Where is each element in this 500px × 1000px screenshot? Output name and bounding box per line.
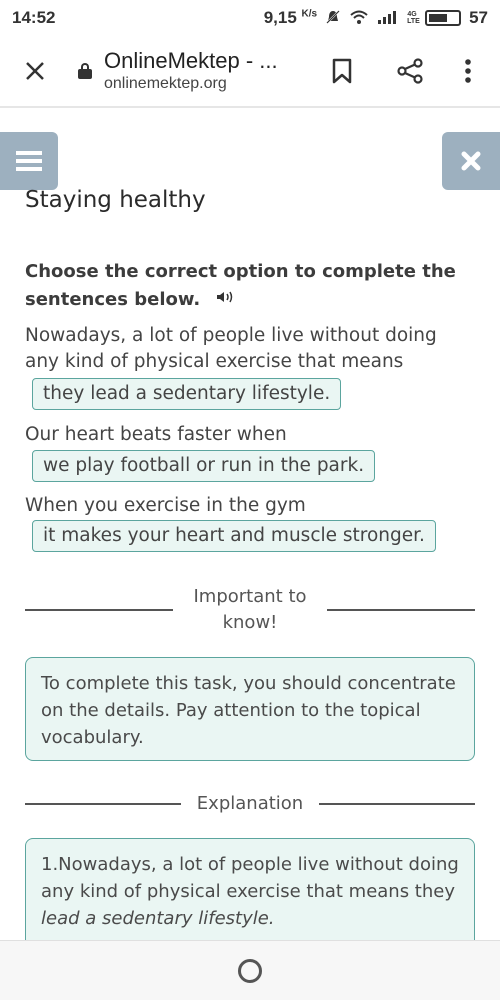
status-icons: 9,15 K/s 4G LTE 57	[264, 8, 488, 28]
status-time: 14:52	[12, 8, 56, 27]
network-speed-value: 9,15	[263, 8, 297, 27]
home-button[interactable]	[238, 958, 262, 983]
answer-box-3[interactable]: it makes your heart and muscle stronger.	[32, 520, 436, 552]
url-display[interactable]: OnlineMektep - ... onlinemektep.org	[104, 48, 304, 94]
divider-line	[25, 609, 173, 611]
hamburger-icon-bar	[16, 167, 42, 171]
bookmark-icon	[332, 58, 352, 84]
hamburger-icon-bar	[16, 159, 42, 163]
network-type: 4G LTE	[407, 11, 420, 25]
more-options-button[interactable]	[450, 53, 486, 89]
task-instruction: Choose the correct option to complete th…	[25, 258, 465, 314]
battery-level: 57	[469, 8, 488, 27]
close-lesson-button[interactable]	[442, 132, 500, 190]
answer-box-2[interactable]: we play football or run in the park.	[32, 450, 376, 482]
url-text: onlinemektep.org	[104, 75, 227, 92]
close-icon	[461, 151, 481, 171]
more-vertical-icon	[465, 59, 471, 83]
sentence-1: Nowadays, a lot of people live without d…	[25, 325, 437, 372]
explanation-highlight: lead a sedentary lifestyle.	[41, 908, 275, 929]
answer-box-1[interactable]: they lead a sedentary lifestyle.	[32, 378, 342, 410]
divider-line	[25, 803, 181, 805]
share-button[interactable]	[392, 53, 428, 89]
page-title: OnlineMektep - ...	[104, 48, 278, 73]
menu-button[interactable]	[0, 132, 58, 190]
sentence-3: When you exercise in the gym	[25, 495, 306, 516]
explanation-label: Explanation	[196, 793, 304, 814]
important-divider: Important to know!	[25, 584, 475, 636]
wifi-icon	[349, 9, 369, 28]
lesson-heading: Staying healthy	[25, 187, 206, 213]
network-speed-unit: K/s	[301, 8, 318, 20]
important-box: To complete this task, you should concen…	[25, 657, 475, 761]
explanation-text: 1.Nowadays, a lot of people live without…	[41, 854, 459, 902]
network-type-bottom: LTE	[407, 18, 420, 25]
speaker-button[interactable]	[216, 286, 236, 314]
bookmark-button[interactable]	[324, 53, 360, 89]
share-icon	[397, 58, 423, 84]
explanation-divider: Explanation	[25, 791, 475, 817]
lock-icon	[78, 62, 92, 80]
task-text: Choose the correct option to complete th…	[25, 261, 456, 310]
hamburger-icon-bar	[16, 151, 42, 155]
close-tab-button[interactable]	[16, 52, 54, 90]
signal-icon	[377, 9, 399, 28]
divider-line	[319, 803, 475, 805]
system-nav-bar	[0, 940, 500, 1000]
bell-muted-icon	[325, 9, 341, 28]
speaker-icon	[217, 291, 233, 303]
divider-line	[327, 609, 475, 611]
network-speed: 9,15 K/s	[264, 8, 317, 28]
network-type-top: 4G	[407, 11, 417, 18]
battery-icon	[425, 10, 462, 26]
important-label: Important to know!	[193, 586, 307, 633]
close-icon	[26, 62, 44, 80]
browser-toolbar: OnlineMektep - ... onlinemektep.org	[0, 36, 500, 108]
sentence-2: Our heart beats faster when	[25, 424, 287, 445]
status-bar: 14:52 9,15 K/s 4G LTE 57	[0, 0, 500, 36]
